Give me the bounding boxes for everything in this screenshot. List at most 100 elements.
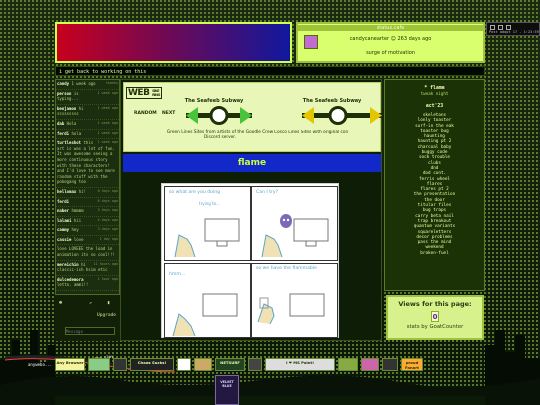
chat-message-author[interactable]: dab xyxy=(57,121,64,126)
comic-drawing-2 xyxy=(261,214,329,258)
subway-line-left-icon[interactable] xyxy=(186,105,252,127)
arrow-right-icon xyxy=(240,107,252,124)
chat-message-text: love xyxy=(73,236,84,242)
chat-message: 4 days ago lalami hii xyxy=(56,217,119,227)
user-icon[interactable]: ☻ xyxy=(59,300,62,306)
stamp-bar: Any Browser Chaos Sucks! NETSURF I ❤ MS Pai… xyxy=(55,358,485,371)
chat-message-author[interactable]: mereichin xyxy=(57,262,79,267)
chat-message-text: hey xyxy=(71,227,79,233)
webring-right-site[interactable]: The Seafeeb Subway xyxy=(282,98,382,104)
chat-upgrade-link[interactable]: Upgrade xyxy=(97,313,116,318)
chat-message-author[interactable]: benjamon xyxy=(57,106,76,111)
chat-message: 1 week ago dab Hola xyxy=(56,120,119,130)
chat-message-input[interactable] xyxy=(65,327,115,335)
chat-message-author[interactable]: cammy xyxy=(57,227,69,232)
chat-message: thanks candy 1 week ago xyxy=(56,80,119,90)
web-stamp[interactable]: I ❤ MS Paint! xyxy=(265,358,335,371)
chat-message-author[interactable]: turtleshot xyxy=(57,140,81,145)
chat-message: 1 week ago ferdi hola xyxy=(56,130,119,140)
web-stamp[interactable] xyxy=(113,358,127,371)
status-username[interactable]: candycanearter xyxy=(350,36,389,42)
album-title: VELVET BLUE xyxy=(220,380,234,388)
chat-message-time: 1 hour ago xyxy=(97,276,118,281)
comic-drawing-3 xyxy=(172,293,238,337)
web-stamp[interactable]: Any Browser xyxy=(55,358,85,371)
chat-message: 1 day ago cassie love xyxy=(56,236,119,246)
webring-logo-text: WEB xyxy=(128,88,150,98)
chat-message-time: 4 days ago xyxy=(97,217,118,222)
arrow-left-icon xyxy=(186,107,198,124)
chat-message-text: love LOVEEE the load in animation its so… xyxy=(57,246,115,258)
comic-panel-1: so what are you doing trying to... xyxy=(164,186,251,261)
chat-message-author[interactable]: hellomax xyxy=(57,189,76,194)
chat-message-author[interactable]: ferdi xyxy=(57,131,69,136)
chat-message-time: 1 day ago xyxy=(99,236,118,241)
chat-message-time: 6 days ago xyxy=(97,188,118,193)
chat-message: 1 hour ago dulcedemora letto. ammi!! xyxy=(56,276,119,292)
web-stamp[interactable] xyxy=(177,358,191,371)
web-stamp[interactable] xyxy=(382,358,398,371)
chat-message-text: hi! xyxy=(78,188,86,194)
chat-message-author[interactable]: candy xyxy=(57,81,69,86)
comic-drawing-1 xyxy=(174,218,240,258)
comic-panel-3: hmm... xyxy=(164,263,251,338)
chat-message-author[interactable]: lalami xyxy=(57,218,71,223)
chapter-items: skeletons lonly toaster surf-in the eak toa… xyxy=(385,113,484,256)
share-icon[interactable]: ⇗ xyxy=(89,300,92,306)
subway-line-right-icon[interactable] xyxy=(302,105,382,127)
webring-logo-small-2: RING xyxy=(152,92,160,97)
webring-left-desc: Green Lines Sites from artists of the Go… xyxy=(166,130,274,140)
chat-message: 1 week ago benjamon hi sssssssss xyxy=(56,105,119,120)
webring-left-site[interactable]: The Seafeeb Subway xyxy=(164,98,264,104)
chat-message-author[interactable]: person xyxy=(57,91,71,96)
chapter-list: * flame tweak night act'23 skeletons lonl… xyxy=(384,79,485,291)
view-counter-credit[interactable]: stats by GoatCounter xyxy=(388,324,482,330)
chat-message-time: 3 days ago xyxy=(97,227,118,232)
chat-message-author[interactable]: dulcedemora xyxy=(57,277,84,282)
chapter-subheading[interactable]: tweak night xyxy=(385,91,484,96)
status-title: status.cafe xyxy=(298,25,483,31)
web-stamp[interactable] xyxy=(194,358,212,371)
chapter-link[interactable]: broken-fuel xyxy=(385,251,484,256)
webring-random-link[interactable]: RANDOM xyxy=(134,111,157,116)
comic-panel-2: Can I try? xyxy=(251,186,338,261)
main-panel: WEB SIKE RING RANDOM NEXT The Seafeeb Sub… xyxy=(120,79,382,341)
chat-message: 11 hours ago mereichin hi classic-ish hsi… xyxy=(56,261,119,276)
chat-message-time: 1 week ago xyxy=(97,120,118,125)
web-stamp[interactable] xyxy=(248,358,262,371)
chat-message-time: 5 days ago xyxy=(97,208,118,213)
chat-message-time: 6 days ago xyxy=(97,198,118,203)
chat-message-text: letto. ammi!! xyxy=(57,282,89,288)
web-stamp[interactable] xyxy=(361,358,379,371)
web-stamp[interactable] xyxy=(88,358,110,371)
comic-drawing-4 xyxy=(257,293,325,325)
web-stamp[interactable]: proud Fanart xyxy=(401,358,423,371)
web-stamp[interactable]: NETSURF xyxy=(215,358,245,371)
chat-message-time: 1 week ago xyxy=(97,105,118,110)
comic-strip: so what are you doing trying to... Can I… xyxy=(161,183,339,338)
album-cover[interactable]: VELVET BLUE xyxy=(215,375,239,405)
chat-message-text: this art is was a lot of fun. It was awe… xyxy=(57,140,115,185)
chat-footer: ☻ ⇗ ▮ Upgrade xyxy=(55,294,120,341)
chat-message: 1 week ago person is typing... xyxy=(56,90,119,105)
chat-message-author[interactable]: ferdi xyxy=(57,199,69,204)
status-cafe-widget: status.cafe candycanearter ☺ 263 days ag… xyxy=(296,22,485,63)
status-days-ago: 263 days ago xyxy=(397,36,432,42)
webring-widget: WEB SIKE RING RANDOM NEXT The Seafeeb Sub… xyxy=(123,82,382,152)
view-counter-title: Views for this page: xyxy=(398,300,472,308)
status-text: surge of motivation xyxy=(366,50,415,56)
chat-message-time: 1 week ago xyxy=(97,130,118,135)
arrow-left-yellow-icon xyxy=(302,107,314,124)
webring-logo[interactable]: WEB SIKE RING xyxy=(126,87,162,99)
chat-message-author[interactable]: naber xyxy=(57,208,69,213)
header-banner xyxy=(55,22,292,63)
view-counter-value: 0 xyxy=(431,311,439,322)
chat-list: thanks candy 1 week ago 1 week ago person i… xyxy=(56,80,119,292)
web-stamp[interactable]: Chaos Sucks! xyxy=(130,358,174,371)
web-stamp[interactable] xyxy=(338,358,358,371)
chat-box[interactable]: thanks candy 1 week ago 1 week ago person i… xyxy=(55,79,120,329)
chat-message-author[interactable]: cassie xyxy=(57,237,71,242)
status-user[interactable]: candycanearter ☺ 263 days ago xyxy=(298,36,483,42)
webring-next-link[interactable]: NEXT xyxy=(162,111,175,116)
trash-icon[interactable]: ▮ xyxy=(107,300,110,306)
